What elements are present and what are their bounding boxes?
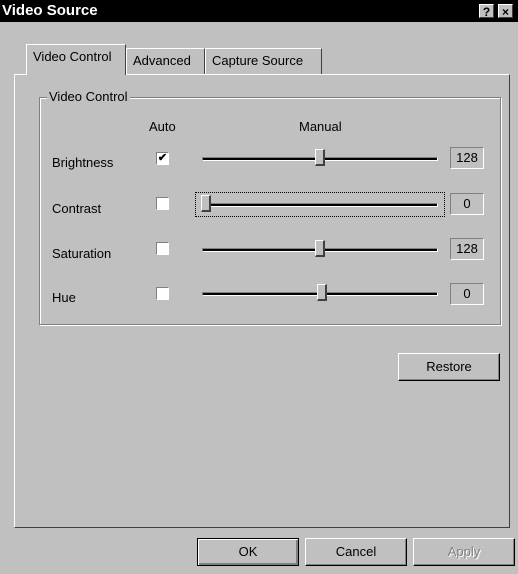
video-source-dialog: Video Source ? × Video Control Advanced … — [0, 0, 518, 574]
tab-advanced[interactable]: Advanced — [126, 48, 205, 74]
hue-value: 0 — [450, 283, 484, 305]
manual-header: Manual — [299, 119, 342, 134]
tab-capture-source[interactable]: Capture Source — [205, 48, 322, 74]
brightness-auto-checkbox[interactable]: ✔ — [156, 152, 169, 165]
brightness-value: 128 — [450, 147, 484, 169]
brightness-slider-thumb[interactable] — [315, 149, 325, 166]
auto-header: Auto — [149, 119, 176, 134]
saturation-slider-thumb[interactable] — [315, 240, 325, 257]
hue-slider-thumb[interactable] — [317, 284, 327, 301]
hue-auto-checkbox[interactable] — [156, 287, 169, 300]
saturation-value: 128 — [450, 238, 484, 260]
group-title: Video Control — [47, 89, 130, 104]
cancel-button[interactable]: Cancel — [305, 538, 407, 566]
contrast-slider-track[interactable] — [202, 203, 438, 207]
saturation-auto-checkbox[interactable] — [156, 242, 169, 255]
title-bar[interactable]: Video Source ? × — [0, 0, 518, 22]
contrast-value: 0 — [450, 193, 484, 215]
hue-label: Hue — [52, 290, 76, 305]
close-button[interactable]: × — [498, 4, 513, 19]
window-title: Video Source — [2, 2, 98, 19]
checkmark-icon: ✔ — [157, 152, 168, 164]
contrast-auto-checkbox[interactable] — [156, 197, 169, 210]
restore-button[interactable]: Restore — [398, 353, 500, 381]
contrast-slider-thumb[interactable] — [201, 195, 211, 212]
help-button[interactable]: ? — [479, 4, 494, 19]
contrast-label: Contrast — [52, 201, 102, 216]
apply-button[interactable]: Apply — [413, 538, 515, 566]
ok-button[interactable]: OK — [197, 538, 299, 566]
tab-video-control[interactable]: Video Control — [26, 44, 126, 75]
brightness-label: Brightness — [52, 155, 114, 170]
saturation-label: Saturation — [52, 246, 112, 261]
